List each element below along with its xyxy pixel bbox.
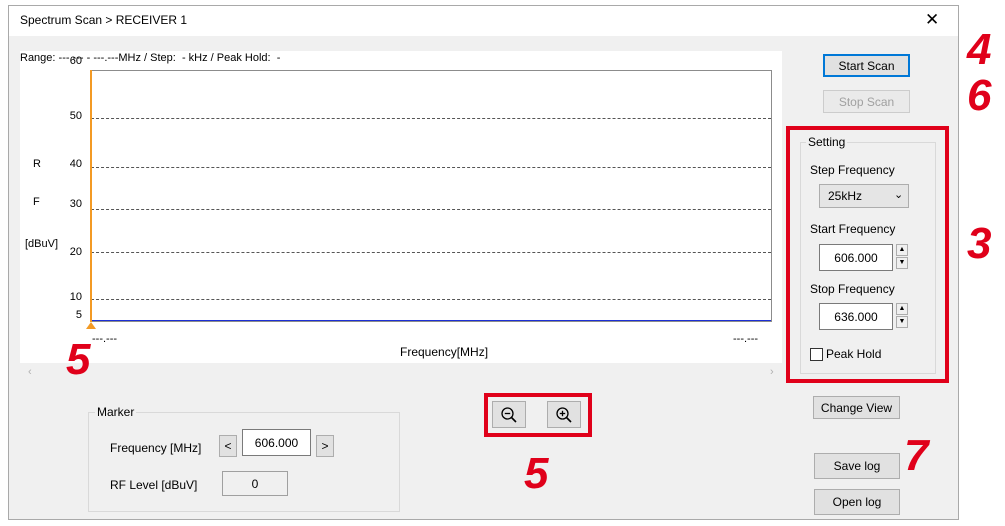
y-tick: 10 <box>69 291 82 303</box>
marker-line[interactable] <box>90 70 92 322</box>
save-log-button[interactable]: Save log <box>814 453 900 479</box>
x-min-label: ---.--- <box>92 333 118 345</box>
plot-frame <box>90 70 772 322</box>
spectrum-trace <box>91 320 771 321</box>
y-tick: 5 <box>75 309 82 321</box>
callout-number: 3 <box>967 219 992 268</box>
marker-frequency-input[interactable]: 606.000 <box>242 429 311 456</box>
rf-level-value: 0 <box>222 471 288 496</box>
y-axis-label-r: R <box>33 158 41 170</box>
start-scan-button[interactable]: Start Scan <box>823 54 910 77</box>
rf-level-label: RF Level [dBuV] <box>110 478 198 492</box>
y-tick: 30 <box>69 198 82 210</box>
marker-prev-button[interactable]: < <box>219 435 237 457</box>
marker-frequency-label: Frequency [MHz] <box>110 441 202 455</box>
callout-number: 5 <box>66 335 91 384</box>
y-tick: 50 <box>69 110 82 122</box>
marker-group <box>88 412 400 512</box>
plot-horizontal-scrollbar[interactable] <box>20 363 782 381</box>
callout-number: 7 <box>904 431 929 480</box>
marker-next-button[interactable]: > <box>316 435 334 457</box>
x-max-label: ---.--- <box>733 333 759 345</box>
y-tick: 40 <box>69 158 82 170</box>
y-tick: 60 <box>69 55 82 67</box>
window-title: Spectrum Scan > RECEIVER 1 <box>20 13 188 27</box>
scroll-right-icon[interactable]: › <box>770 366 774 378</box>
callout-number: 5 <box>524 449 549 498</box>
change-view-button[interactable]: Change View <box>813 396 900 419</box>
callout-number: 4 <box>967 25 992 74</box>
stop-scan-button[interactable]: Stop Scan <box>823 90 910 113</box>
marker-triangle-icon[interactable] <box>86 322 96 329</box>
x-axis-label: Frequency[MHz] <box>400 345 489 359</box>
annotation-box-zoom <box>484 393 592 437</box>
callout-number: 6 <box>967 71 992 120</box>
scroll-left-icon[interactable]: ‹ <box>28 366 32 378</box>
y-axis-label-f: F <box>33 196 40 208</box>
marker-group-label: Marker <box>95 405 137 419</box>
y-axis-label-unit: [dBuV] <box>25 238 59 250</box>
annotation-box-settings <box>786 126 949 383</box>
close-icon[interactable]: ✕ <box>925 10 939 30</box>
open-log-button[interactable]: Open log <box>814 489 900 515</box>
